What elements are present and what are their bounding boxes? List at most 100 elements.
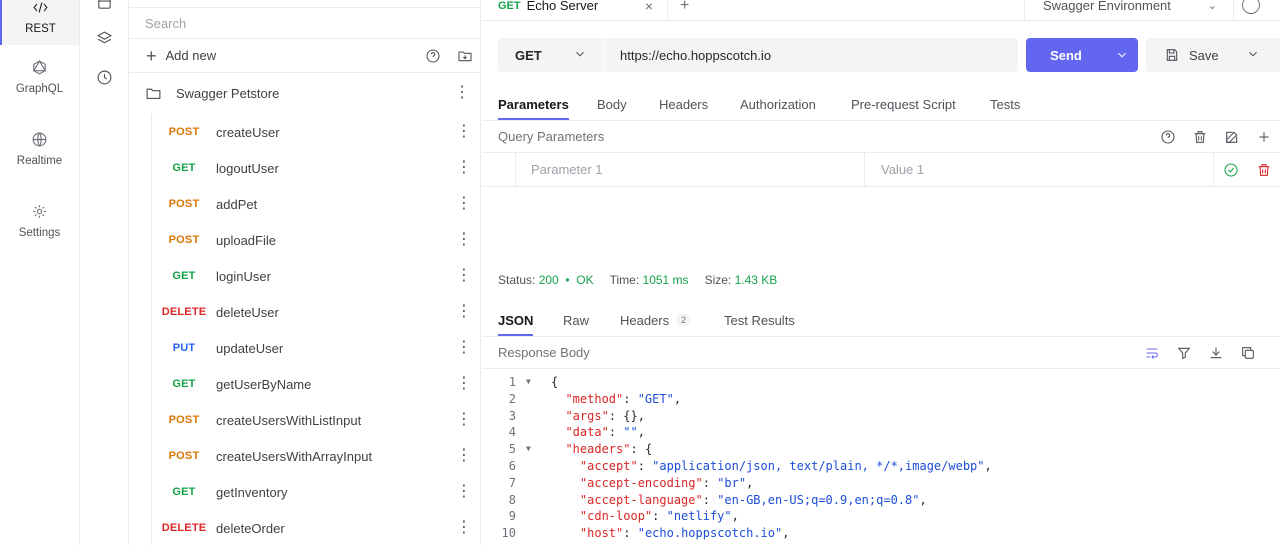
more-icon[interactable]: ⋮: [456, 194, 472, 214]
param-key-input[interactable]: Parameter 1: [516, 153, 865, 186]
list-item[interactable]: GET logoutUser ⋮: [152, 150, 480, 186]
download-button[interactable]: [1206, 343, 1226, 363]
copy-button[interactable]: [1238, 343, 1258, 363]
more-icon[interactable]: ⋮: [456, 266, 472, 286]
tab-headers[interactable]: Headers: [659, 87, 708, 121]
drag-handle[interactable]: [482, 153, 516, 186]
list-item[interactable]: PUT updateUser ⋮: [152, 330, 480, 366]
collection-folder[interactable]: Swagger Petstore ⋮: [129, 73, 480, 113]
param-toggle-button[interactable]: [1221, 160, 1241, 180]
tab-body[interactable]: Body: [597, 87, 627, 121]
add-param-button[interactable]: [1254, 127, 1274, 147]
more-icon[interactable]: ⋮: [456, 446, 472, 466]
collections-button[interactable]: [94, 0, 114, 12]
list-item[interactable]: POST addPet ⋮: [152, 186, 480, 222]
json-value: "": [623, 425, 638, 440]
save-icon: [1166, 49, 1178, 61]
more-icon[interactable]: ⋮: [456, 230, 472, 250]
tab-echo-server[interactable]: GET Echo Server ×: [482, 0, 668, 21]
tab-parameters[interactable]: Parameters: [498, 87, 569, 121]
more-icon[interactable]: ⋮: [456, 410, 472, 430]
folder-import-icon: [458, 51, 472, 62]
code-text: "data": "",: [565, 425, 645, 440]
more-icon[interactable]: ⋮: [456, 302, 472, 322]
list-item[interactable]: POST uploadFile ⋮: [152, 222, 480, 258]
line-number: 9: [508, 509, 516, 524]
response-meta: Status: 200 • OK Time: 1051 ms Size: 1.4…: [498, 270, 777, 290]
plus-icon[interactable]: +: [146, 47, 157, 65]
tab-raw[interactable]: Raw: [563, 303, 589, 337]
list-item[interactable]: GET getUserByName ⋮: [152, 366, 480, 402]
fold-toggle-icon[interactable]: ▼: [526, 441, 531, 458]
close-icon[interactable]: ×: [645, 0, 653, 14]
code-line: 5 ▼ "headers": {: [482, 441, 1280, 458]
import-button[interactable]: [455, 46, 475, 66]
send-options-button[interactable]: [1106, 38, 1138, 72]
nav-rest[interactable]: REST: [0, 0, 79, 45]
bulk-edit-button[interactable]: [1222, 127, 1242, 147]
nav-realtime[interactable]: Realtime: [0, 117, 79, 177]
more-icon[interactable]: ⋮: [456, 158, 472, 178]
gear-icon: [33, 205, 46, 218]
globe-icon: [32, 132, 47, 147]
new-tab-button[interactable]: +: [680, 0, 689, 21]
more-icon[interactable]: ⋮: [456, 374, 472, 394]
clear-all-button[interactable]: [1190, 127, 1210, 147]
wrap-lines-button[interactable]: [1142, 343, 1162, 363]
tab-response-headers[interactable]: Headers 2: [620, 303, 691, 337]
help-button[interactable]: [423, 46, 443, 66]
list-item[interactable]: POST createUsersWithArrayInput ⋮: [152, 438, 480, 474]
list-item[interactable]: POST createUsersWithListInput ⋮: [152, 402, 480, 438]
send-button[interactable]: Send: [1026, 38, 1138, 72]
search-input[interactable]: Search: [129, 7, 480, 39]
tab-tests[interactable]: Tests: [990, 87, 1020, 121]
request-name: createUser: [216, 124, 280, 140]
chevron-down-icon: [1118, 52, 1126, 58]
list-item[interactable]: GET getInventory ⋮: [152, 474, 480, 510]
save-button[interactable]: Save: [1146, 38, 1280, 72]
param-value-input[interactable]: Value 1: [865, 153, 1214, 186]
list-item[interactable]: DELETE deleteUser ⋮: [152, 294, 480, 330]
request-name: getInventory: [216, 484, 288, 500]
environment-selector[interactable]: Swagger Environment ⌄: [1024, 0, 1234, 21]
nav-rest-label: REST: [25, 23, 56, 35]
add-new-button[interactable]: Add new: [166, 48, 217, 63]
trash-icon: [1258, 164, 1270, 176]
nav-settings-label: Settings: [18, 227, 61, 239]
list-item[interactable]: DELETE deleteOrder ⋮: [152, 510, 480, 545]
chevron-down-icon[interactable]: [1246, 47, 1260, 64]
status-text: OK: [576, 273, 594, 287]
params-help-button[interactable]: [1158, 127, 1178, 147]
param-delete-button[interactable]: [1254, 160, 1274, 180]
nav-settings[interactable]: Settings: [0, 189, 79, 249]
fold-toggle-icon[interactable]: ▼: [526, 374, 531, 391]
code-text: "args": {},: [565, 408, 645, 423]
history-button[interactable]: [94, 67, 114, 87]
nav-graphql[interactable]: GraphQL: [0, 45, 79, 105]
more-icon[interactable]: ⋮: [456, 338, 472, 358]
request-workspace: GET Echo Server × + Swagger Environment …: [482, 0, 1280, 545]
folder-icon: [146, 88, 161, 99]
help-icon[interactable]: [1242, 0, 1260, 14]
tab-json[interactable]: JSON: [498, 303, 534, 337]
tab-authorization[interactable]: Authorization: [740, 87, 816, 121]
tab-test-results[interactable]: Test Results: [724, 303, 795, 337]
response-json-editor[interactable]: 1 ▼{2 "method": "GET", 3 "args": {}, 4 "dat…: [482, 374, 1280, 545]
more-icon[interactable]: ⋮: [456, 482, 472, 502]
more-icon[interactable]: ⋮: [456, 518, 472, 538]
method-select[interactable]: GET: [498, 38, 603, 72]
method-badge: GET: [172, 486, 196, 498]
response-body-title: Response Body: [498, 345, 590, 360]
folder-more-icon[interactable]: ⋮: [454, 83, 470, 103]
tab-pre-request-script[interactable]: Pre-request Script: [851, 87, 956, 121]
status-code: 200: [538, 273, 559, 287]
list-item[interactable]: POST createUser ⋮: [152, 114, 480, 150]
size-label: Size:: [704, 273, 732, 287]
filter-button[interactable]: [1174, 343, 1194, 363]
more-icon[interactable]: ⋮: [456, 122, 472, 142]
url-input[interactable]: https://echo.hoppscotch.io: [604, 38, 1018, 72]
code-text: "cdn-loop": "netlify",: [579, 509, 739, 524]
environments-button[interactable]: [94, 28, 114, 48]
code-line: 6 "accept": "application/json, text/plai…: [482, 458, 1280, 475]
list-item[interactable]: GET loginUser ⋮: [152, 258, 480, 294]
